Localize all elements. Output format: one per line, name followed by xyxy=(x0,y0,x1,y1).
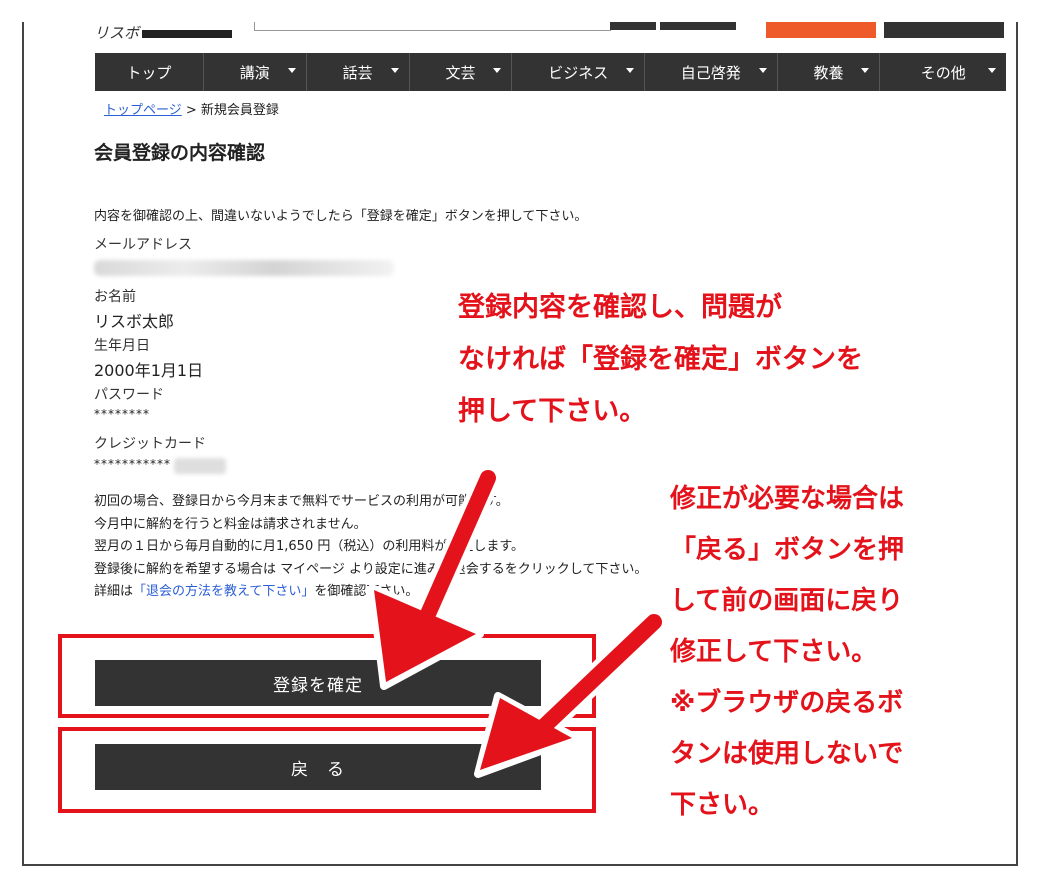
arrow-to-confirm xyxy=(420,470,496,622)
arrow-to-back xyxy=(528,614,662,742)
annotation-line: 修正して下さい。 xyxy=(670,637,878,667)
annotation-line: 下さい。 xyxy=(670,790,775,820)
annotation-line: 修正が必要な場合は xyxy=(670,484,905,514)
annotation-line: ※ブラウザの戻るボ xyxy=(670,688,904,718)
annotation-line: 押して下さい。 xyxy=(458,396,647,427)
annotation-line: なければ「登録を確定」ボタンを xyxy=(458,344,863,375)
annotation-line: 登録内容を確認し、問題が xyxy=(458,292,782,323)
browser-frame: リスボ トップ 講演 話芸 文芸 ビジネス 自己啓発 教養 その他 トップページ > 新規会員… xyxy=(22,22,1018,866)
annotation-line: タンは使用しないで xyxy=(670,739,904,769)
annotation-confirm-instructions: 登録内容を確認し、問題が なければ「登録を確定」ボタンを 押して下さい。 xyxy=(458,282,863,438)
annotation-back-instructions: 修正が必要な場合は 「戻る」ボタンを押 して前の画面に戻り 修正して下さい。 ※… xyxy=(670,474,904,831)
annotation-line: して前の画面に戻り xyxy=(670,586,904,616)
annotation-line: 「戻る」ボタンを押 xyxy=(670,535,905,565)
